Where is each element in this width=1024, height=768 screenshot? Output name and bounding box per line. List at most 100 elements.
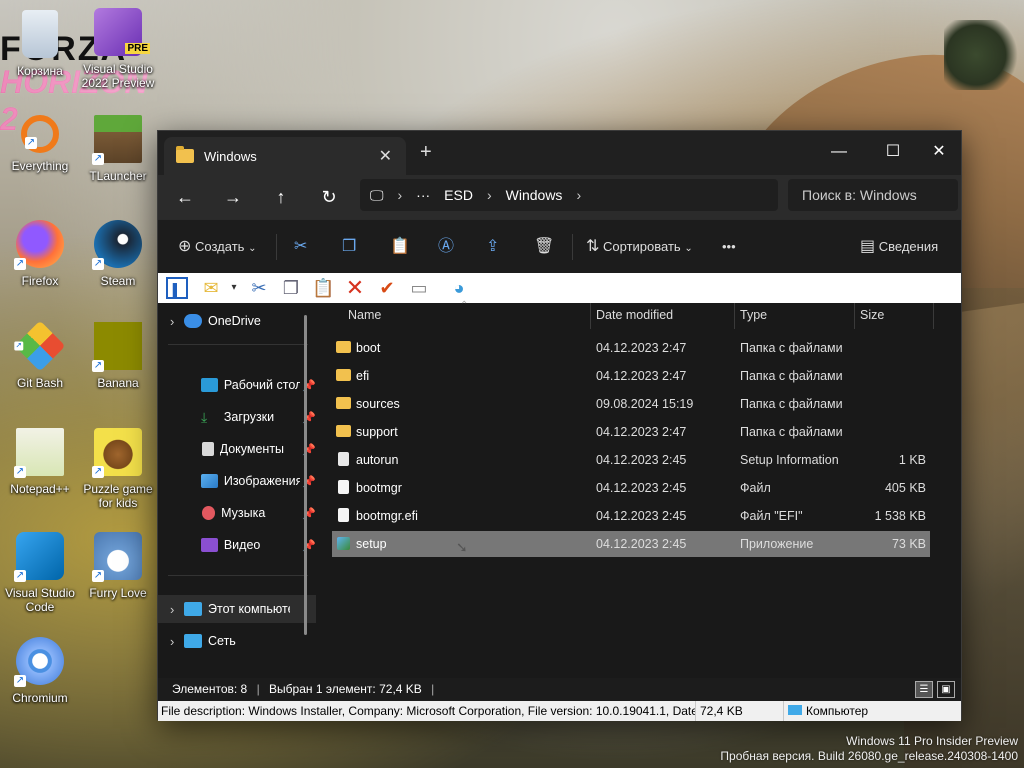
desktop-icon-puzzle-game[interactable]: ↗ Puzzle game for kids <box>78 428 158 510</box>
file-size: 405 KB <box>884 481 926 495</box>
file-row-autorun[interactable]: autorun 04.12.2023 2:45 Setup Informatio… <box>332 447 930 473</box>
file-date: 04.12.2023 2:47 <box>596 369 687 383</box>
back-arrow-icon[interactable]: ← <box>170 183 200 211</box>
cut-icon[interactable]: ✂ <box>248 277 270 299</box>
file-row-efi[interactable]: efi 04.12.2023 2:47 Папка с файлами <box>332 363 930 389</box>
tab-windows[interactable]: Windows ✕ <box>164 137 406 175</box>
shortcut-arrow-icon: ↗ <box>92 570 104 582</box>
file-date: 09.08.2024 15:19 <box>596 397 694 411</box>
desktop-icon-chromium[interactable]: ↗ Chromium <box>0 637 80 705</box>
file-row-setup[interactable]: setup 04.12.2023 2:45 Приложение 73 KB ➘ <box>332 531 930 557</box>
file-row-support[interactable]: support 04.12.2023 2:47 Папка с файлами <box>332 419 930 445</box>
address-bar[interactable]: 🖵 › ··· ESD › Windows › <box>360 179 778 211</box>
breadcrumb-windows[interactable]: Windows <box>506 187 563 203</box>
up-arrow-icon[interactable]: ↑ <box>266 183 296 211</box>
refresh-icon[interactable]: ↻ <box>314 183 344 211</box>
desktop-icon-firefox[interactable]: ↗ Firefox <box>0 220 80 288</box>
share-button[interactable]: ⇪ <box>486 235 499 259</box>
desktop-icon-tlauncher[interactable]: ↗ TLauncher <box>78 115 158 183</box>
file-row-bootmgr-efi[interactable]: bootmgr.efi 04.12.2023 2:45 Файл "EFI" 1… <box>332 503 930 529</box>
create-label: Создать <box>195 239 245 254</box>
rename-icon: Ⓐ <box>438 238 455 255</box>
create-button[interactable]: ⊕ Создать ⌄ <box>178 235 256 259</box>
desktop-icon-label: Корзина <box>17 64 63 78</box>
file-row-sources[interactable]: sources 09.08.2024 15:19 Папка с файлами <box>332 391 930 417</box>
cut-button[interactable]: ✂ <box>294 235 307 259</box>
sort-button[interactable]: ⇅ Сортировать ⌄ <box>586 235 693 259</box>
file-date: 04.12.2023 2:45 <box>596 537 687 551</box>
nav-item-label: Этот компьютер <box>208 602 290 616</box>
nav-item-music[interactable]: Музыка 📌 <box>158 499 316 527</box>
desktop-icon-notepad-plus-plus[interactable]: ↗ Notepad++ <box>0 428 80 496</box>
desktop-icon-furry-love[interactable]: ↗ Furry Love <box>78 532 158 600</box>
details-view-icon[interactable]: ☰ <box>915 681 933 698</box>
delete-button[interactable]: 🗑 <box>534 235 554 259</box>
file-row-boot[interactable]: boot 04.12.2023 2:47 Папка с файлами <box>332 335 930 361</box>
delete-x-icon[interactable]: ✕ <box>344 277 366 299</box>
nav-scrollbar[interactable] <box>304 315 307 635</box>
desktop-icon-everything[interactable]: ↗ Everything <box>0 115 80 173</box>
copy-icon[interactable]: ❐ <box>280 277 302 299</box>
nav-item-documents[interactable]: Документы 📌 <box>158 435 316 463</box>
column-type[interactable]: Type <box>740 308 767 322</box>
select-all-icon[interactable]: ✉ <box>200 277 222 299</box>
chevron-right-icon[interactable]: › <box>170 634 184 649</box>
forward-arrow-icon[interactable]: → <box>218 183 248 211</box>
desktop-icon-vscode[interactable]: ↗ Visual Studio Code <box>0 532 80 614</box>
details-button[interactable]: ▤ Сведения <box>860 235 938 259</box>
column-name[interactable]: Name <box>348 308 381 322</box>
legacy-toolbar: ▌ ✉ ▾ ✂ ❐ 📋 ✕ ✔ ▭ ◕ <box>158 273 961 303</box>
column-date[interactable]: Date modified <box>596 308 673 322</box>
paste-button[interactable]: 📋 <box>390 235 410 259</box>
close-button[interactable]: ✕ <box>916 137 962 167</box>
desktop-icon-banana[interactable]: ↗ Banana <box>78 322 158 390</box>
file-list: Name ⌃ Date modified Type Size boot 04.1… <box>318 300 961 678</box>
copy-button[interactable]: ❐ <box>342 235 356 259</box>
plus-circle-icon: ⊕ <box>178 238 192 255</box>
monitor-icon <box>788 705 802 715</box>
desktop-icon-visual-studio-2022[interactable]: PRE Visual Studio 2022 Preview <box>78 8 158 90</box>
monitor-icon <box>184 602 202 616</box>
navigation-pane: › OneDrive Рабочий стол 📌 ⤓ Загрузки 📌 Д… <box>158 303 316 678</box>
breadcrumb-esd[interactable]: ESD <box>444 187 473 203</box>
search-input[interactable]: Поиск в: Windows <box>788 179 958 211</box>
column-divider[interactable] <box>933 303 934 329</box>
nav-item-this-pc[interactable]: › Этот компьютер <box>158 595 316 623</box>
nav-item-network[interactable]: › Сеть <box>158 627 316 655</box>
nav-item-desktop[interactable]: Рабочий стол 📌 <box>158 371 316 399</box>
file-row-bootmgr[interactable]: bootmgr 04.12.2023 2:45 Файл 405 KB <box>332 475 930 501</box>
desktop-icon-git-bash[interactable]: ↗ Git Bash <box>0 320 80 390</box>
chevron-right-icon[interactable]: › <box>170 602 184 617</box>
dropdown-arrow-icon[interactable]: ▾ <box>228 277 240 299</box>
nav-item-label: Видео <box>223 538 261 552</box>
minecraft-block-icon: ↗ <box>92 115 142 165</box>
shell-icon[interactable]: ◕ <box>448 277 470 299</box>
desktop-icon-steam[interactable]: ↗ Steam <box>78 220 158 288</box>
desktop-icon-label: Visual Studio Code <box>5 586 75 614</box>
column-divider[interactable] <box>590 303 591 329</box>
rename-button[interactable]: Ⓐ <box>438 235 454 259</box>
nav-item-onedrive[interactable]: › OneDrive <box>158 307 316 335</box>
column-size[interactable]: Size <box>860 308 884 322</box>
properties-icon[interactable]: ▭ <box>408 277 430 299</box>
tiles-view-icon[interactable]: ▣ <box>937 681 955 698</box>
maximize-button[interactable]: ☐ <box>870 137 916 167</box>
checkmark-icon[interactable]: ✔ <box>376 277 398 299</box>
nav-item-downloads[interactable]: ⤓ Загрузки 📌 <box>158 403 316 431</box>
minimize-button[interactable]: — <box>816 137 862 167</box>
column-divider[interactable] <box>854 303 855 329</box>
navigation-pane-icon[interactable]: ▌ <box>166 277 188 299</box>
column-divider[interactable] <box>734 303 735 329</box>
nav-item-videos[interactable]: Видео 📌 <box>158 531 316 559</box>
firefox-icon: ↗ <box>14 220 64 270</box>
desktop-icon-recycle-bin[interactable]: Корзина <box>0 10 80 78</box>
chevron-right-icon[interactable]: › <box>170 314 184 329</box>
nav-item-pictures[interactable]: Изображения 📌 <box>158 467 316 495</box>
more-button[interactable]: ••• <box>722 235 736 259</box>
file-type: Приложение <box>740 537 814 551</box>
new-tab-button[interactable]: + <box>420 141 432 164</box>
ellipsis-icon[interactable]: ··· <box>416 187 430 203</box>
file-name: setup <box>356 537 387 551</box>
paste-icon[interactable]: 📋 <box>312 277 334 299</box>
tab-close-icon[interactable]: ✕ <box>379 146 392 166</box>
